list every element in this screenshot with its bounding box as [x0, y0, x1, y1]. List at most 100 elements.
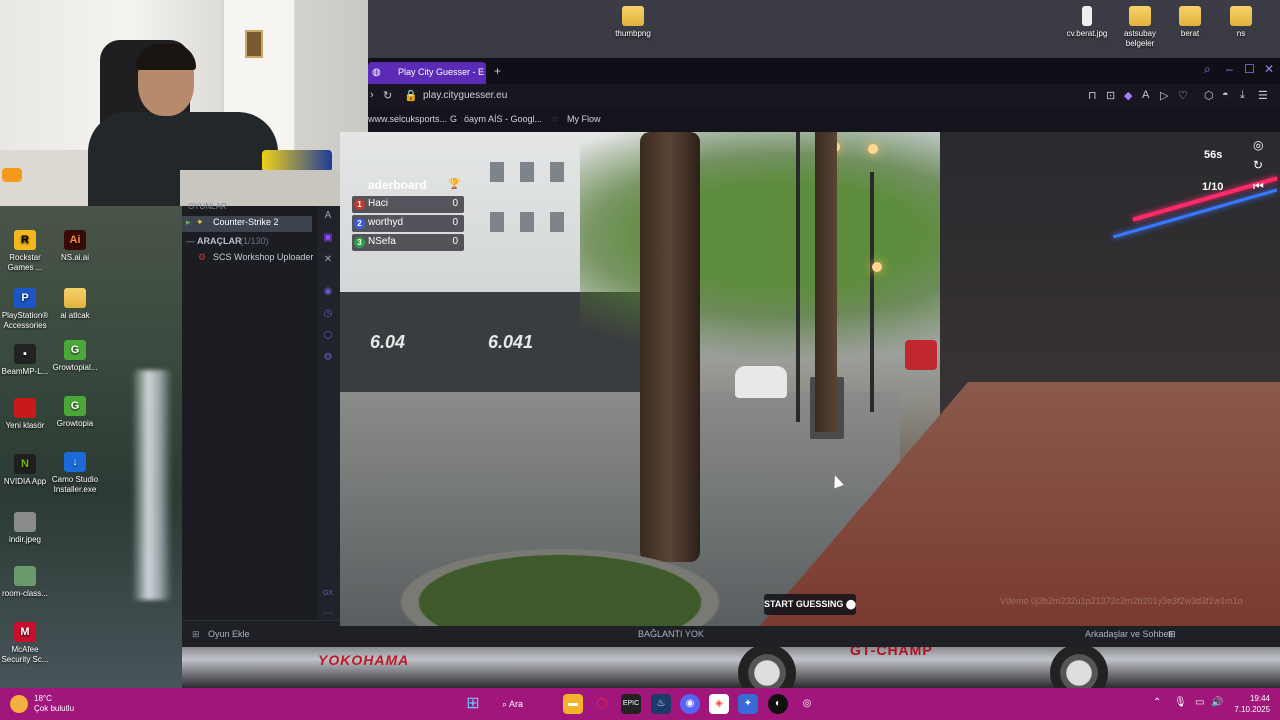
tab-cityguesser[interactable]: ◍ Play City Guesser - Ex [368, 62, 486, 84]
start-guessing-button[interactable]: START GUESSING ⬤ [764, 594, 856, 615]
app-icon[interactable]: ✦ [738, 694, 758, 714]
desktop-icon-mcafee[interactable]: M McAfee Security Sc... [0, 622, 52, 665]
desktop-icon-yeni-klasor[interactable]: Yeni klasör [0, 398, 52, 431]
bookmark-icon[interactable]: ⊓ [1088, 89, 1097, 102]
weather-description: Çok bulutlu [34, 704, 75, 713]
webcam-overlay [0, 0, 368, 206]
x-icon[interactable]: ✕ [322, 254, 334, 266]
building-window [550, 162, 564, 182]
image-file-icon [14, 512, 36, 532]
tray-chevron-icon[interactable]: ⌃ [1153, 697, 1161, 708]
illustrator-icon: Ai [64, 230, 86, 250]
desktop-icon-cv[interactable]: cv.berat.jpg [1060, 6, 1114, 39]
desktop-icon-beammp[interactable]: ▪ BeamMP-L... [0, 344, 52, 377]
network-icon[interactable]: ▭ [1195, 697, 1204, 708]
play-icon[interactable]: ▷ [1160, 89, 1168, 102]
start-icon[interactable]: ⊞ [463, 694, 483, 714]
twitch-icon[interactable]: ▣ [322, 232, 334, 244]
epic-games-icon[interactable]: EPIC [621, 694, 641, 714]
street-lamp [872, 262, 882, 272]
opera-gx-icon[interactable]: ◯ [592, 694, 612, 714]
wallpaper-waterfall [132, 370, 172, 600]
discord-icon[interactable]: ◉ [680, 694, 700, 714]
desktop-icon-thumbpng[interactable]: thumbpng [606, 6, 660, 39]
aria-icon[interactable]: A [322, 210, 334, 222]
obs-icon[interactable]: ◐ [768, 694, 788, 714]
menu-icon[interactable]: ☰ [1258, 89, 1268, 102]
taskbar-search[interactable]: ⌕ Ara [502, 694, 552, 714]
desktop-icon-label: NVIDIA App [3, 477, 47, 486]
lock-icon: 🔒 [404, 90, 418, 102]
desktop-icon-ai-atlcak[interactable]: ai atlcak [48, 288, 102, 321]
heart-icon[interactable]: ♡ [1178, 89, 1188, 102]
reload-icon[interactable]: ↻ [383, 89, 392, 102]
desktop-icon-nsai[interactable]: Ai NS.ai.ai [48, 230, 102, 263]
bookmark-my-flow[interactable]: My Flow [567, 114, 601, 124]
desktop-icon-ns[interactable]: ns [1214, 6, 1268, 39]
profile-icon[interactable]: ◓ [1222, 89, 1229, 101]
translate-icon[interactable]: A [1142, 89, 1149, 101]
bookmark-selcuksports[interactable]: www.selcuksports... [368, 114, 447, 124]
player-name: worthyd [368, 217, 404, 228]
steam-tools-header[interactable]: ARAÇLAR [197, 236, 242, 246]
desktop-icon-astsubay[interactable]: astsubay belgeler [1113, 6, 1167, 49]
steam-window: OYUNLAR ▸ ✦ Counter-Strike 2 — ARAÇLAR (… [182, 202, 340, 646]
desktop-icon-berat[interactable]: berat [1163, 6, 1217, 39]
shield-icon[interactable]: ◆ [1124, 89, 1132, 102]
photos-icon[interactable]: ◈ [709, 694, 729, 714]
minimize-button[interactable]: – [1226, 62, 1233, 76]
snapshot-icon[interactable]: ⊡ [1106, 89, 1115, 102]
bookmark-ais[interactable]: öaym AİS - Googl... [464, 114, 542, 124]
desktop-icon-indir[interactable]: indir.jpeg [0, 512, 52, 545]
friends-chat-button[interactable]: Arkadaşlar ve Sohbet [1085, 629, 1171, 639]
desktop-icon-camo[interactable]: ↓ Camo Studio Installer.exe [48, 452, 102, 495]
image-file-icon [14, 566, 36, 586]
download-icon[interactable]: ⤓ [1240, 89, 1245, 102]
building-window [490, 162, 504, 182]
add-game-button[interactable]: Oyun Ekle [208, 629, 250, 639]
round-timer: 56s [1204, 149, 1223, 161]
maximize-button[interactable]: ☐ [1244, 62, 1255, 76]
desktop-icon-room-class[interactable]: room-class... [0, 566, 52, 599]
microphone-icon[interactable]: 🎙 [1174, 697, 1187, 708]
white-car [735, 366, 787, 398]
history-icon[interactable]: ◷ [322, 308, 334, 320]
address-bar: › ↻ 🔒 play.cityguesser.eu ⊓ ⊡ ◆ A ▷ ♡ ⬡ … [368, 84, 1280, 108]
cs2-icon: ✦ [196, 217, 204, 227]
check-icon[interactable]: ◎ [1253, 138, 1263, 152]
folder-icon [1129, 6, 1151, 26]
extensions-icon[interactable]: ⬡ [1204, 89, 1214, 102]
back-to-start-icon[interactable]: ⏮ [1253, 179, 1264, 194]
desktop-icon-label: room-class... [2, 589, 48, 598]
steam-tool-item[interactable]: SCS Workshop Uploader [213, 252, 313, 262]
street-view-panorama[interactable]: 6.04 6.041 [340, 132, 1280, 626]
player-name: Haci [368, 198, 389, 209]
desktop-icon-growtopial[interactable]: G Growtopial... [48, 340, 102, 373]
desktop-icon-rockstar[interactable]: R Rockstar Games ... [0, 230, 52, 273]
collapse-icon[interactable]: — [186, 236, 195, 246]
more-icon[interactable]: ⋯ [322, 608, 334, 620]
leaderboard-row: 2 worthyd 0 [352, 215, 464, 232]
player-icon[interactable]: ◉ [322, 286, 334, 298]
refresh-icon[interactable]: ↻ [1253, 158, 1263, 172]
desktop-icon-growtopia[interactable]: G Growtopia [48, 396, 102, 429]
friends-add-icon[interactable]: ⊞ [1168, 629, 1176, 640]
camo-icon[interactable]: ◎ [797, 694, 817, 714]
desktop-icon-playstation[interactable]: P PlayStation® Accessories [0, 288, 52, 331]
scs-icon: ⚙ [198, 252, 207, 262]
settings-icon[interactable]: ⚙ [322, 352, 334, 364]
volume-icon[interactable]: 🔊 [1211, 697, 1223, 708]
steam-icon[interactable]: ♨ [651, 694, 671, 714]
url-field[interactable]: play.cityguesser.eu [423, 90, 507, 101]
tab-title: Play City Guesser - Ex [398, 67, 484, 77]
back-icon[interactable]: › [370, 89, 374, 101]
add-icon[interactable]: ⊞ [192, 629, 200, 640]
close-button[interactable]: ✕ [1264, 62, 1274, 76]
desktop-icon-nvidia[interactable]: N NVIDIA App [0, 454, 52, 487]
new-tab-button[interactable]: + [494, 64, 501, 78]
file-explorer-icon[interactable]: ▬ [563, 694, 583, 714]
extensions-icon[interactable]: ⬡ [322, 330, 334, 342]
steam-game-label: Counter-Strike 2 [213, 217, 279, 227]
search-icon[interactable]: ⌕ [1204, 62, 1211, 77]
clock[interactable]: 19:44 7.10.2025 [1232, 693, 1270, 715]
